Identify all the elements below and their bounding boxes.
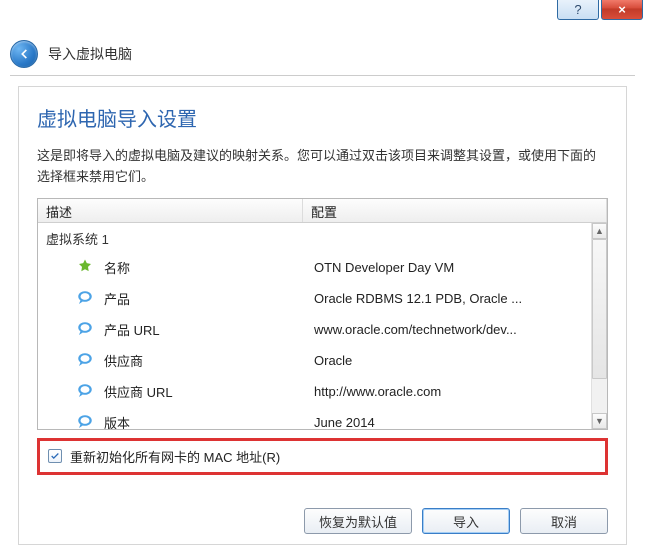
page-title: 虚拟电脑导入设置 (37, 103, 608, 132)
scroll-thumb[interactable] (592, 239, 607, 379)
col-desc-header[interactable]: 描述 (38, 199, 303, 222)
check-icon (50, 451, 60, 461)
help-button[interactable]: ? (557, 0, 599, 20)
button-row: 恢复为默认值 导入 取消 (304, 508, 608, 534)
main-panel: 虚拟电脑导入设置 这是即将导入的虚拟电脑及建议的映射关系。您可以通过双击该项目来… (18, 86, 627, 545)
back-button[interactable] (10, 40, 38, 68)
scroll-up-button[interactable]: ▲ (592, 223, 607, 239)
table-row[interactable]: 版本 June 2014 (38, 407, 591, 429)
row-key: 供应商 (104, 351, 314, 370)
table-row[interactable]: 产品 Oracle RDBMS 12.1 PDB, Oracle ... (38, 283, 591, 314)
table-row[interactable]: 供应商 Oracle (38, 345, 591, 376)
row-key: 产品 URL (104, 320, 314, 339)
checkbox[interactable] (48, 449, 62, 463)
settings-table: 描述 配置 虚拟系统 1 名称 OTN Developer Day VM 产品 … (37, 198, 608, 430)
bubble-icon (76, 413, 94, 429)
col-config-header[interactable]: 配置 (303, 199, 607, 222)
row-key: 产品 (104, 289, 314, 308)
reinit-mac-checkbox-row[interactable]: 重新初始化所有网卡的 MAC 地址(R) (37, 438, 608, 475)
table-group[interactable]: 虚拟系统 1 (38, 223, 591, 252)
bubble-icon (76, 351, 94, 369)
table-row[interactable]: 供应商 URL http://www.oracle.com (38, 376, 591, 407)
row-value: OTN Developer Day VM (314, 260, 591, 275)
row-value: June 2014 (314, 415, 591, 429)
table-row[interactable]: 产品 URL www.oracle.com/technetwork/dev... (38, 314, 591, 345)
row-value: www.oracle.com/technetwork/dev... (314, 322, 591, 337)
arrow-left-icon (17, 47, 31, 61)
name-icon (76, 258, 94, 276)
row-key: 版本 (104, 413, 314, 429)
restore-defaults-button[interactable]: 恢复为默认值 (304, 508, 412, 534)
table-row[interactable]: 名称 OTN Developer Day VM (38, 252, 591, 283)
row-key: 名称 (104, 258, 314, 277)
scroll-down-button[interactable]: ▼ (592, 413, 607, 429)
table-body: 虚拟系统 1 名称 OTN Developer Day VM 产品 Oracle… (38, 223, 591, 429)
close-button[interactable]: × (601, 0, 643, 20)
bubble-icon (76, 320, 94, 338)
import-button[interactable]: 导入 (422, 508, 510, 534)
page-description: 这是即将导入的虚拟电脑及建议的映射关系。您可以通过双击该项目来调整其设置，或使用… (37, 146, 608, 188)
row-value: Oracle RDBMS 12.1 PDB, Oracle ... (314, 291, 591, 306)
cancel-button[interactable]: 取消 (520, 508, 608, 534)
row-value: Oracle (314, 353, 591, 368)
vertical-scrollbar[interactable]: ▲ ▼ (591, 223, 607, 429)
window-title: 导入虚拟电脑 (48, 44, 132, 64)
row-key: 供应商 URL (104, 382, 314, 401)
bubble-icon (76, 289, 94, 307)
row-value: http://www.oracle.com (314, 384, 591, 399)
table-header: 描述 配置 (38, 199, 607, 223)
bubble-icon (76, 382, 94, 400)
checkbox-label: 重新初始化所有网卡的 MAC 地址(R) (70, 447, 280, 466)
